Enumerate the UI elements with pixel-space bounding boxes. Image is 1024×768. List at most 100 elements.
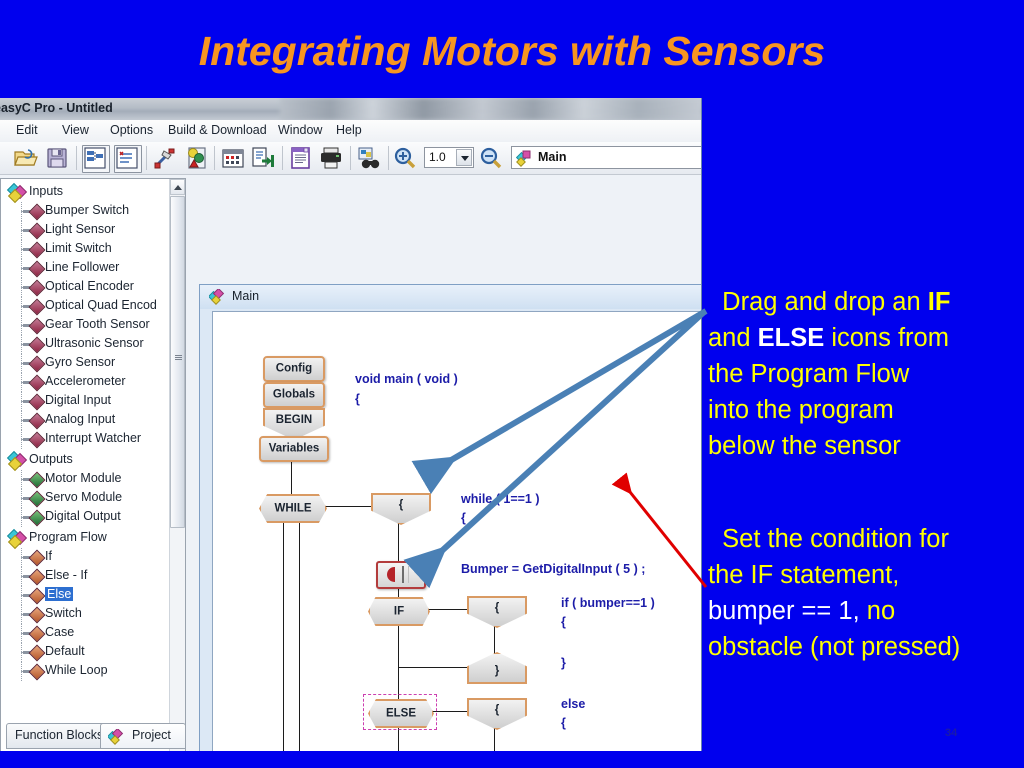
tree-item-label: Limit Switch bbox=[45, 241, 112, 255]
menu-item-help[interactable]: Help bbox=[336, 123, 362, 137]
save-icon[interactable] bbox=[44, 145, 70, 171]
code-if-open: { bbox=[561, 615, 566, 629]
block-icon bbox=[28, 260, 46, 278]
block-icon bbox=[28, 549, 46, 567]
tree-item-label: Default bbox=[45, 644, 85, 658]
flow-line-loop-left bbox=[283, 517, 284, 751]
code-else-open: { bbox=[561, 716, 566, 730]
zoom-level-combo[interactable]: 1.0 bbox=[424, 147, 474, 168]
tree-item-label: Gyro Sensor bbox=[45, 355, 116, 369]
find-icon[interactable] bbox=[356, 145, 382, 171]
node-while-open-brace[interactable]: { bbox=[371, 493, 431, 525]
node-config[interactable]: Config bbox=[263, 356, 325, 382]
block-icon bbox=[28, 490, 46, 508]
tab-label: Project bbox=[132, 728, 171, 742]
tree-item-label: Analog Input bbox=[45, 412, 116, 426]
print-icon[interactable] bbox=[318, 145, 344, 171]
flow-line bbox=[398, 624, 399, 667]
flow-line bbox=[494, 726, 495, 751]
block-icon bbox=[28, 606, 46, 624]
tree-item-label: Case bbox=[45, 625, 75, 639]
new-function-block-icon[interactable] bbox=[82, 145, 110, 173]
tree-vertical-scrollbar[interactable] bbox=[169, 179, 185, 751]
tree-group-label: Program Flow bbox=[29, 530, 107, 544]
block-icon bbox=[28, 412, 46, 430]
toolbar-separator-2 bbox=[146, 146, 147, 170]
tree-item-label: Interrupt Watcher bbox=[45, 431, 142, 445]
node-else[interactable]: ELSE bbox=[368, 699, 434, 728]
color-palette-icon[interactable] bbox=[182, 145, 208, 171]
menu-item-options[interactable]: Options bbox=[110, 123, 153, 137]
block-icon bbox=[28, 587, 46, 605]
callout1-if: IF bbox=[927, 288, 951, 316]
calendar-icon[interactable] bbox=[220, 145, 246, 171]
block-icon bbox=[28, 568, 46, 586]
menu-item-window[interactable]: Window bbox=[278, 123, 322, 137]
project-icon bbox=[209, 289, 225, 305]
block-icon bbox=[28, 625, 46, 643]
menu-item-view[interactable]: View bbox=[62, 123, 89, 137]
project-icon bbox=[516, 150, 531, 167]
project-icon bbox=[108, 729, 124, 745]
node-globals[interactable]: Globals bbox=[263, 382, 325, 408]
tree-item-label: Optical Quad Encod bbox=[45, 298, 157, 312]
tab-project[interactable]: Project bbox=[100, 723, 186, 749]
bumper-icon bbox=[387, 567, 395, 582]
node-while[interactable]: WHILE bbox=[259, 494, 327, 523]
block-icon bbox=[28, 279, 46, 297]
callout1-part1: Drag and drop an bbox=[722, 288, 928, 316]
code-while: while ( 1==1 ) bbox=[461, 492, 540, 506]
tree-item-label: Light Sensor bbox=[45, 222, 116, 236]
callout-drag-and-drop: Drag and drop an IF and ELSE icons from … bbox=[708, 248, 1020, 464]
code-get-digital-input: Bumper = GetDigitalInput ( 5 ) ; bbox=[461, 562, 646, 576]
toolbar-separator-3 bbox=[214, 146, 215, 170]
chevron-down-icon[interactable] bbox=[456, 149, 472, 166]
function-blocks-tree[interactable]: Inputs Bumper Switch Light Sensor Limit … bbox=[0, 178, 186, 751]
tree-item-label: While Loop bbox=[45, 663, 108, 677]
tree-group-label: Inputs bbox=[29, 184, 64, 198]
zoom-in-icon[interactable] bbox=[392, 145, 418, 171]
bumper-switch-block[interactable] bbox=[376, 561, 426, 589]
tools-icon[interactable] bbox=[152, 145, 178, 171]
tree-item-label: Else - If bbox=[45, 568, 88, 582]
node-else-open-brace[interactable]: { bbox=[467, 698, 527, 730]
tab-function-blocks[interactable]: Function Blocks bbox=[6, 723, 106, 749]
scroll-thumb[interactable] bbox=[170, 196, 185, 528]
toolbar-separator bbox=[76, 146, 77, 170]
tab-label: Function Blocks bbox=[15, 728, 104, 742]
tree-group-label: Outputs bbox=[29, 452, 73, 466]
menu-item-edit[interactable]: Edit bbox=[16, 123, 38, 137]
document-icon[interactable] bbox=[288, 145, 314, 171]
node-if-close-brace[interactable]: } bbox=[467, 652, 527, 684]
menu-item-build-download[interactable]: Build & Download bbox=[168, 123, 267, 137]
node-variables[interactable]: Variables bbox=[259, 436, 329, 462]
target-function-value: Main bbox=[538, 150, 567, 164]
open-folder-icon[interactable] bbox=[12, 145, 38, 171]
block-icon bbox=[28, 509, 46, 527]
page-title: Integrating Motors with Sensors bbox=[198, 28, 826, 74]
zoom-level-value: 1.0 bbox=[429, 150, 446, 164]
tree-item-label: Bumper Switch bbox=[45, 203, 130, 217]
code-if-close: } bbox=[561, 656, 566, 670]
zoom-out-icon[interactable] bbox=[478, 145, 504, 171]
code-else: else bbox=[561, 697, 586, 711]
tree-item-label: Accelerometer bbox=[45, 374, 126, 388]
target-function-combo[interactable]: Main bbox=[511, 146, 701, 169]
bumper-icon-bar2 bbox=[408, 566, 409, 583]
edit-list-icon[interactable] bbox=[114, 145, 142, 173]
block-icon bbox=[28, 336, 46, 354]
flowchart-canvas[interactable]: Config Globals BEGIN Variables WHILE { I… bbox=[212, 311, 701, 751]
export-icon[interactable] bbox=[250, 145, 276, 171]
node-if[interactable]: IF bbox=[368, 597, 430, 626]
scroll-up-button[interactable] bbox=[170, 179, 185, 195]
block-icon bbox=[28, 431, 46, 449]
node-if-open-brace[interactable]: { bbox=[467, 596, 527, 628]
callout1-part2: and bbox=[708, 324, 751, 352]
group-icon bbox=[6, 182, 28, 204]
code-while-open: { bbox=[461, 511, 466, 525]
code-if-condition: if ( bumper==1 ) bbox=[561, 596, 655, 610]
tree-item-label: Ultrasonic Sensor bbox=[45, 336, 144, 350]
tree-item-label-selected: Else bbox=[45, 587, 74, 601]
group-icon bbox=[6, 528, 28, 550]
tree-item-label: Digital Output bbox=[45, 509, 121, 523]
